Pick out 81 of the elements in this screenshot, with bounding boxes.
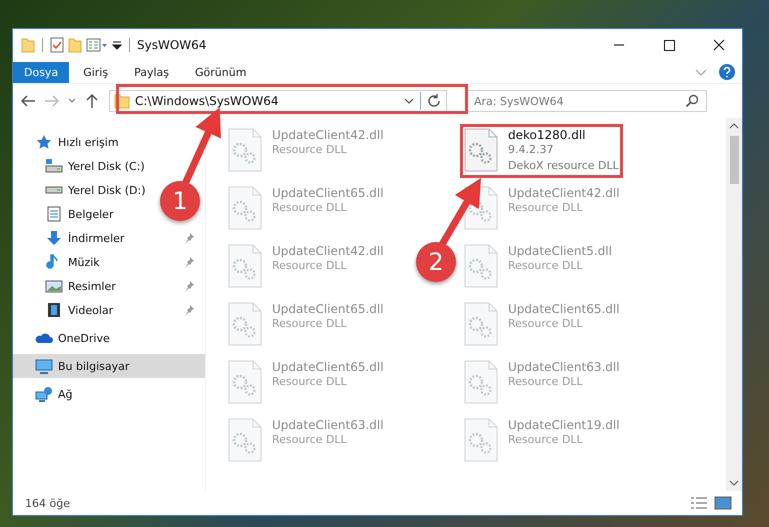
gear-file-icon <box>464 418 498 462</box>
sidebar-item[interactable]: Videolar <box>45 298 114 322</box>
file-name: UpdateClient42.dll <box>272 244 384 258</box>
drive-icon <box>45 158 63 174</box>
window-title: SysWOW64 <box>137 38 206 52</box>
gear-file-icon <box>228 302 262 346</box>
drive-icon <box>45 186 63 194</box>
file-name: UpdateClient42.dll <box>508 186 620 200</box>
file-detail: 9.4.2.37 <box>508 142 554 158</box>
details-view-icon[interactable] <box>690 496 708 510</box>
scrollbar[interactable] <box>726 118 742 491</box>
sidebar-item[interactable]: İndirmeler <box>45 226 124 250</box>
file-detail: Resource DLL <box>508 432 584 448</box>
thumbnail-view-icon[interactable] <box>714 496 732 510</box>
file-name: UpdateClient65.dll <box>272 186 384 200</box>
gear-file-icon <box>228 360 262 404</box>
ribbon-tab[interactable]: Dosya <box>13 62 70 82</box>
sidebar-item[interactable]: Ağ <box>13 382 205 406</box>
ribbon-tab[interactable]: Paylaş <box>122 62 181 82</box>
video-icon <box>45 302 63 318</box>
chevron-down-icon[interactable] <box>729 479 739 487</box>
refresh-icon[interactable] <box>426 93 442 109</box>
checklist-icon[interactable] <box>50 37 64 53</box>
gear-file-icon <box>464 360 498 404</box>
file-detail: Resource DLL <box>508 258 584 274</box>
network-icon <box>35 386 53 402</box>
pictures-icon <box>45 278 63 294</box>
item-count: 164 öğe <box>25 496 70 510</box>
pin-icon[interactable] <box>183 304 195 316</box>
file-name: UpdateClient65.dll <box>508 302 620 316</box>
sidebar-item[interactable]: Yerel Disk (D:) <box>45 178 146 202</box>
address-bar[interactable]: C:\Windows\SysWOW64 <box>109 90 447 112</box>
gear-file-icon <box>464 186 498 230</box>
file-detail: Resource DLL <box>272 258 348 274</box>
file-name: UpdateClient42.dll <box>272 128 384 142</box>
download-icon <box>45 230 63 246</box>
file-name: UpdateClient5.dll <box>508 244 612 258</box>
file-name: UpdateClient63.dll <box>508 360 620 374</box>
pin-icon[interactable] <box>183 256 195 268</box>
file-detail: Resource DLL <box>272 200 348 216</box>
sidebar-item[interactable]: Yerel Disk (C:) <box>45 154 145 178</box>
pc-icon <box>35 358 53 374</box>
sidebar-item[interactable]: Belgeler <box>45 202 114 226</box>
file-detail: Resource DLL <box>272 316 348 332</box>
file-detail: Resource DLL <box>508 316 584 332</box>
search-field[interactable]: Ara: SysWOW64 <box>467 90 707 112</box>
gear-file-icon <box>228 186 262 230</box>
gear-file-icon <box>464 128 498 172</box>
gear-file-icon <box>228 128 262 172</box>
sidebar-item[interactable]: Resimler <box>45 274 116 298</box>
gear-file-icon <box>464 244 498 288</box>
file-detail: Resource DLL <box>272 142 348 158</box>
sidebar-item[interactable]: Bu bilgisayar <box>13 354 205 378</box>
pin-icon[interactable] <box>183 280 195 292</box>
sidebar-item[interactable]: Müzik <box>45 250 100 274</box>
file-name: UpdateClient65.dll <box>272 302 384 316</box>
file-detail: Resource DLL <box>272 432 348 448</box>
scrollbar-thumb[interactable] <box>730 136 738 184</box>
docs-icon <box>45 206 63 222</box>
file-detail: Resource DLL <box>272 374 348 390</box>
gear-file-icon <box>464 302 498 346</box>
ribbon-tab[interactable]: Giriş <box>71 62 120 82</box>
file-name: UpdateClient63.dll <box>272 418 384 432</box>
pin-icon[interactable] <box>183 232 195 244</box>
gear-file-icon <box>228 244 262 288</box>
file-name: UpdateClient65.dll <box>272 360 384 374</box>
file-detail: Resource DLL <box>508 374 584 390</box>
search-icon[interactable] <box>685 94 699 108</box>
file-item[interactable]: deko1280.dll 9.4.2.37 DekoX resource DLL <box>464 128 619 174</box>
chevron-up-icon[interactable] <box>729 122 739 130</box>
file-detail: Resource DLL <box>508 200 584 216</box>
file-name: UpdateClient19.dll <box>508 418 620 432</box>
properties-icon[interactable] <box>86 37 108 53</box>
help-icon[interactable] <box>718 63 736 81</box>
star-icon <box>35 134 53 150</box>
file-name: deko1280.dll <box>508 128 587 142</box>
sidebar-item[interactable]: OneDrive <box>13 326 205 350</box>
ribbon-tab[interactable]: Görünüm <box>183 62 258 82</box>
gear-file-icon <box>228 418 262 462</box>
file-detail: DekoX resource DLL <box>508 158 619 174</box>
sidebar-item[interactable]: Hızlı erişim <box>13 130 205 154</box>
